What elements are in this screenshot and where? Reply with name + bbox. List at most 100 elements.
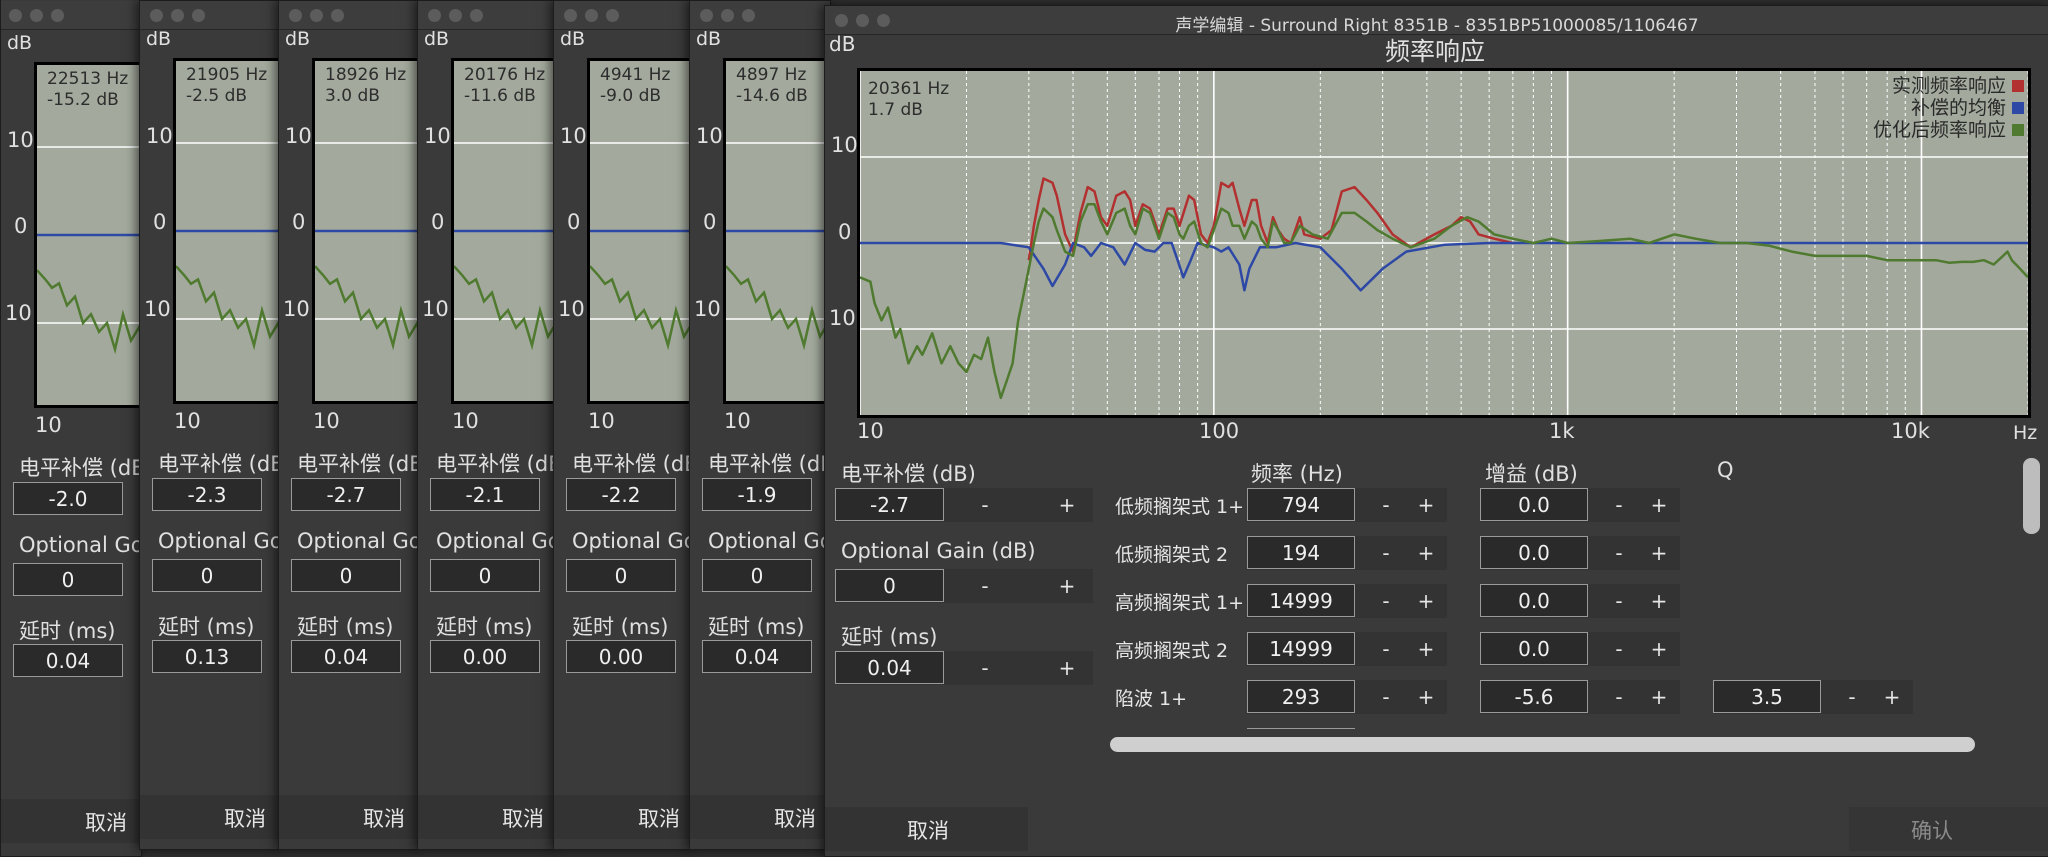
stacked-window-4[interactable]: dB 10 0 10 10 20176 Hz -11.6 dB 电平补偿 (dB -2.1 Opt… (417, 0, 559, 850)
delay-input[interactable]: 0.04 (291, 640, 401, 673)
delay-input[interactable]: 0.00 (430, 640, 540, 673)
filter-frequency-input[interactable]: 194 (1247, 536, 1355, 569)
title-bar[interactable] (140, 1, 280, 30)
delay-input[interactable]: 0.13 (152, 640, 262, 673)
minimize-window-button[interactable] (30, 9, 43, 22)
zoom-window-button[interactable] (606, 9, 619, 22)
gain-decrement-button[interactable]: - (1604, 584, 1634, 618)
minimize-window-button[interactable] (171, 9, 184, 22)
gain-increment-button[interactable]: + (1644, 632, 1674, 666)
mini-response-plot[interactable]: 18926 Hz 3.0 dB (312, 58, 419, 404)
gain-increment-button[interactable]: + (1644, 536, 1674, 570)
close-window-button[interactable] (289, 9, 302, 22)
level-decrement-button[interactable]: - (965, 488, 1005, 522)
close-window-button[interactable] (564, 9, 577, 22)
delay-input[interactable]: 0.04 (835, 651, 944, 684)
level-compensation-input[interactable]: -2.7 (835, 488, 944, 521)
level-compensation-input[interactable]: -2.2 (566, 478, 676, 511)
zoom-window-button[interactable] (51, 9, 64, 22)
frequency-increment-button[interactable]: + (1411, 584, 1441, 618)
level-compensation-input[interactable]: -2.3 (152, 478, 262, 511)
stacked-window-6[interactable]: dB 10 0 10 10 4897 Hz -14.6 dB 电平补偿 (dB -1.9 Opti… (689, 0, 831, 850)
optional-gain-input[interactable]: 0 (152, 559, 262, 592)
title-bar[interactable]: 声学编辑 - Surround Right 8351B - 8351BP5100… (825, 6, 2048, 36)
optional-gain-input[interactable]: 0 (702, 559, 812, 592)
gain-decrement-button[interactable]: - (1604, 488, 1634, 522)
frequency-decrement-button[interactable]: - (1371, 584, 1401, 618)
cancel-button[interactable]: 取消 (502, 803, 544, 833)
filter-frequency-input[interactable]: 293 (1247, 680, 1355, 713)
filter-gain-input[interactable]: 0.0 (1480, 536, 1588, 569)
minimize-window-button[interactable] (721, 9, 734, 22)
close-window-button[interactable] (428, 9, 441, 22)
gain-decrement-button[interactable]: - (1604, 680, 1634, 714)
filter-frequency-input[interactable]: 14999 (1247, 632, 1355, 665)
delay-input[interactable]: 0.04 (702, 640, 812, 673)
gain-decrement-button[interactable]: - (1604, 536, 1634, 570)
cancel-button[interactable]: 取消 (85, 807, 127, 837)
cancel-button[interactable]: 取消 (638, 803, 680, 833)
title-bar[interactable] (554, 1, 694, 30)
level-compensation-input[interactable]: -1.9 (702, 478, 812, 511)
delay-decrement-button[interactable]: - (965, 651, 1005, 685)
close-window-button[interactable] (9, 9, 22, 22)
delay-increment-button[interactable]: + (1047, 651, 1087, 685)
optional-gain-input[interactable]: 0 (13, 563, 123, 596)
close-window-button[interactable] (700, 9, 713, 22)
frequency-decrement-button[interactable]: - (1371, 680, 1401, 714)
frequency-decrement-button[interactable]: - (1371, 632, 1401, 666)
zoom-window-button[interactable] (331, 9, 344, 22)
title-bar[interactable] (1, 1, 141, 30)
close-window-button[interactable] (150, 9, 163, 22)
frequency-response-chart[interactable] (860, 71, 2028, 415)
gain-decrement-button[interactable]: - (1604, 632, 1634, 666)
mini-response-plot[interactable]: 4897 Hz -14.6 dB (723, 58, 830, 404)
filter-gain-input[interactable]: 0.0 (1480, 488, 1588, 521)
cancel-button[interactable]: 取消 (774, 803, 816, 833)
filter-table-vertical-scrollbar[interactable] (2023, 458, 2040, 534)
frequency-increment-button[interactable]: + (1411, 632, 1441, 666)
stacked-window-3[interactable]: dB 10 0 10 10 18926 Hz 3.0 dB 电平补偿 (dB -2.7 Optio… (278, 0, 420, 850)
frequency-decrement-button[interactable]: - (1371, 536, 1401, 570)
frequency-increment-button[interactable]: + (1411, 536, 1441, 570)
filter-frequency-input[interactable]: 794 (1247, 488, 1355, 521)
optional-gain-input[interactable]: 0 (430, 559, 540, 592)
main-cancel-button[interactable]: 取消 (907, 815, 949, 845)
frequency-decrement-button[interactable]: - (1371, 488, 1401, 522)
filter-frequency-input[interactable]: 14999 (1247, 584, 1355, 617)
level-compensation-input[interactable]: -2.7 (291, 478, 401, 511)
stacked-window-1[interactable]: dB 10 0 10 10 22513 Hz -15.2 dB 电平补偿 (dB -2.0 Opt… (0, 0, 142, 857)
frequency-increment-button[interactable]: + (1411, 488, 1441, 522)
mini-response-plot[interactable]: 21905 Hz -2.5 dB (173, 58, 280, 404)
delay-input[interactable]: 0.04 (13, 644, 123, 677)
optional-gain-increment-button[interactable]: + (1047, 569, 1087, 603)
q-decrement-button[interactable]: - (1837, 680, 1867, 714)
cancel-button[interactable]: 取消 (224, 803, 266, 833)
gain-increment-button[interactable]: + (1644, 680, 1674, 714)
optional-gain-input[interactable]: 0 (835, 569, 944, 602)
optional-gain-decrement-button[interactable]: - (965, 569, 1005, 603)
filter-gain-input[interactable]: -5.6 (1480, 680, 1588, 713)
mini-response-plot[interactable]: 20176 Hz -11.6 dB (451, 58, 558, 404)
level-increment-button[interactable]: + (1047, 488, 1087, 522)
filter-gain-input[interactable]: 0.0 (1480, 632, 1588, 665)
level-compensation-input[interactable]: -2.1 (430, 478, 540, 511)
optional-gain-input[interactable]: 0 (566, 559, 676, 592)
stacked-window-2[interactable]: dB 10 0 10 10 21905 Hz -2.5 dB 电平补偿 (dB -2.3 Opti… (139, 0, 281, 850)
stacked-window-5[interactable]: dB 10 0 10 10 4941 Hz -9.0 dB 电平补偿 (dB -2.2 Optio… (553, 0, 695, 850)
delay-input[interactable]: 0.00 (566, 640, 676, 673)
minimize-window-button[interactable] (449, 9, 462, 22)
q-increment-button[interactable]: + (1877, 680, 1907, 714)
mini-response-plot[interactable]: 4941 Hz -9.0 dB (587, 58, 694, 404)
frequency-increment-button[interactable]: + (1411, 680, 1441, 714)
filter-table-horizontal-scrollbar[interactable] (1110, 737, 1975, 752)
minimize-window-button[interactable] (310, 9, 323, 22)
gain-increment-button[interactable]: + (1644, 488, 1674, 522)
optional-gain-input[interactable]: 0 (291, 559, 401, 592)
minimize-window-button[interactable] (585, 9, 598, 22)
confirm-button[interactable]: 确认 (1849, 807, 2048, 851)
frequency-response-plot[interactable]: 20361 Hz 1.7 dB 实测频率响应 补偿的均衡 优化后频率响应 (857, 68, 2031, 418)
gain-increment-button[interactable]: + (1644, 584, 1674, 618)
level-compensation-input[interactable]: -2.0 (13, 482, 123, 515)
zoom-window-button[interactable] (470, 9, 483, 22)
